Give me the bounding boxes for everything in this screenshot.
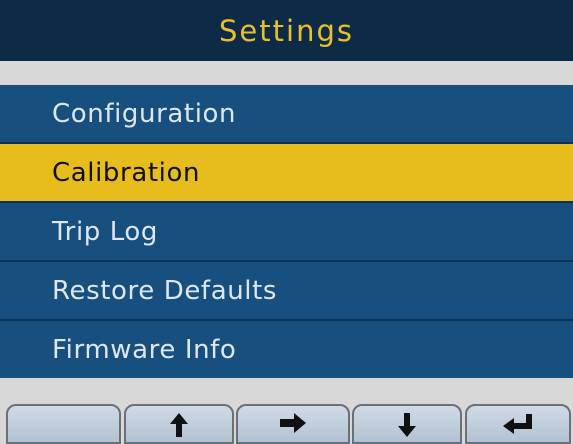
page-title: Settings xyxy=(219,14,354,48)
softkey-blank[interactable] xyxy=(6,404,121,444)
softkey-return[interactable] xyxy=(465,404,571,444)
softkey-bar xyxy=(0,398,573,444)
menu-item-configuration[interactable]: Configuration xyxy=(0,85,573,144)
menu-item-label: Calibration xyxy=(52,157,201,188)
menu-item-firmware-info[interactable]: Firmware Info xyxy=(0,321,573,378)
menu-item-trip-log[interactable]: Trip Log xyxy=(0,203,573,262)
menu-item-label: Configuration xyxy=(52,98,237,129)
menu-item-restore-defaults[interactable]: Restore Defaults xyxy=(0,262,573,321)
softkey-right[interactable] xyxy=(236,404,350,444)
device-screen: Settings Configuration Calibration Trip … xyxy=(0,0,573,444)
title-bar: Settings xyxy=(0,0,573,61)
arrow-right-icon xyxy=(280,413,306,433)
menu-item-label: Trip Log xyxy=(52,216,158,247)
menu-item-label: Firmware Info xyxy=(52,334,237,365)
menu-item-label: Restore Defaults xyxy=(52,275,278,306)
softkey-down[interactable] xyxy=(352,404,462,444)
menu-item-calibration[interactable]: Calibration xyxy=(0,144,573,203)
settings-menu: Configuration Calibration Trip Log Resto… xyxy=(0,85,573,378)
softkey-up[interactable] xyxy=(124,404,234,444)
arrow-down-icon xyxy=(398,413,416,437)
arrow-up-icon xyxy=(170,413,188,437)
arrow-return-icon xyxy=(503,414,532,434)
